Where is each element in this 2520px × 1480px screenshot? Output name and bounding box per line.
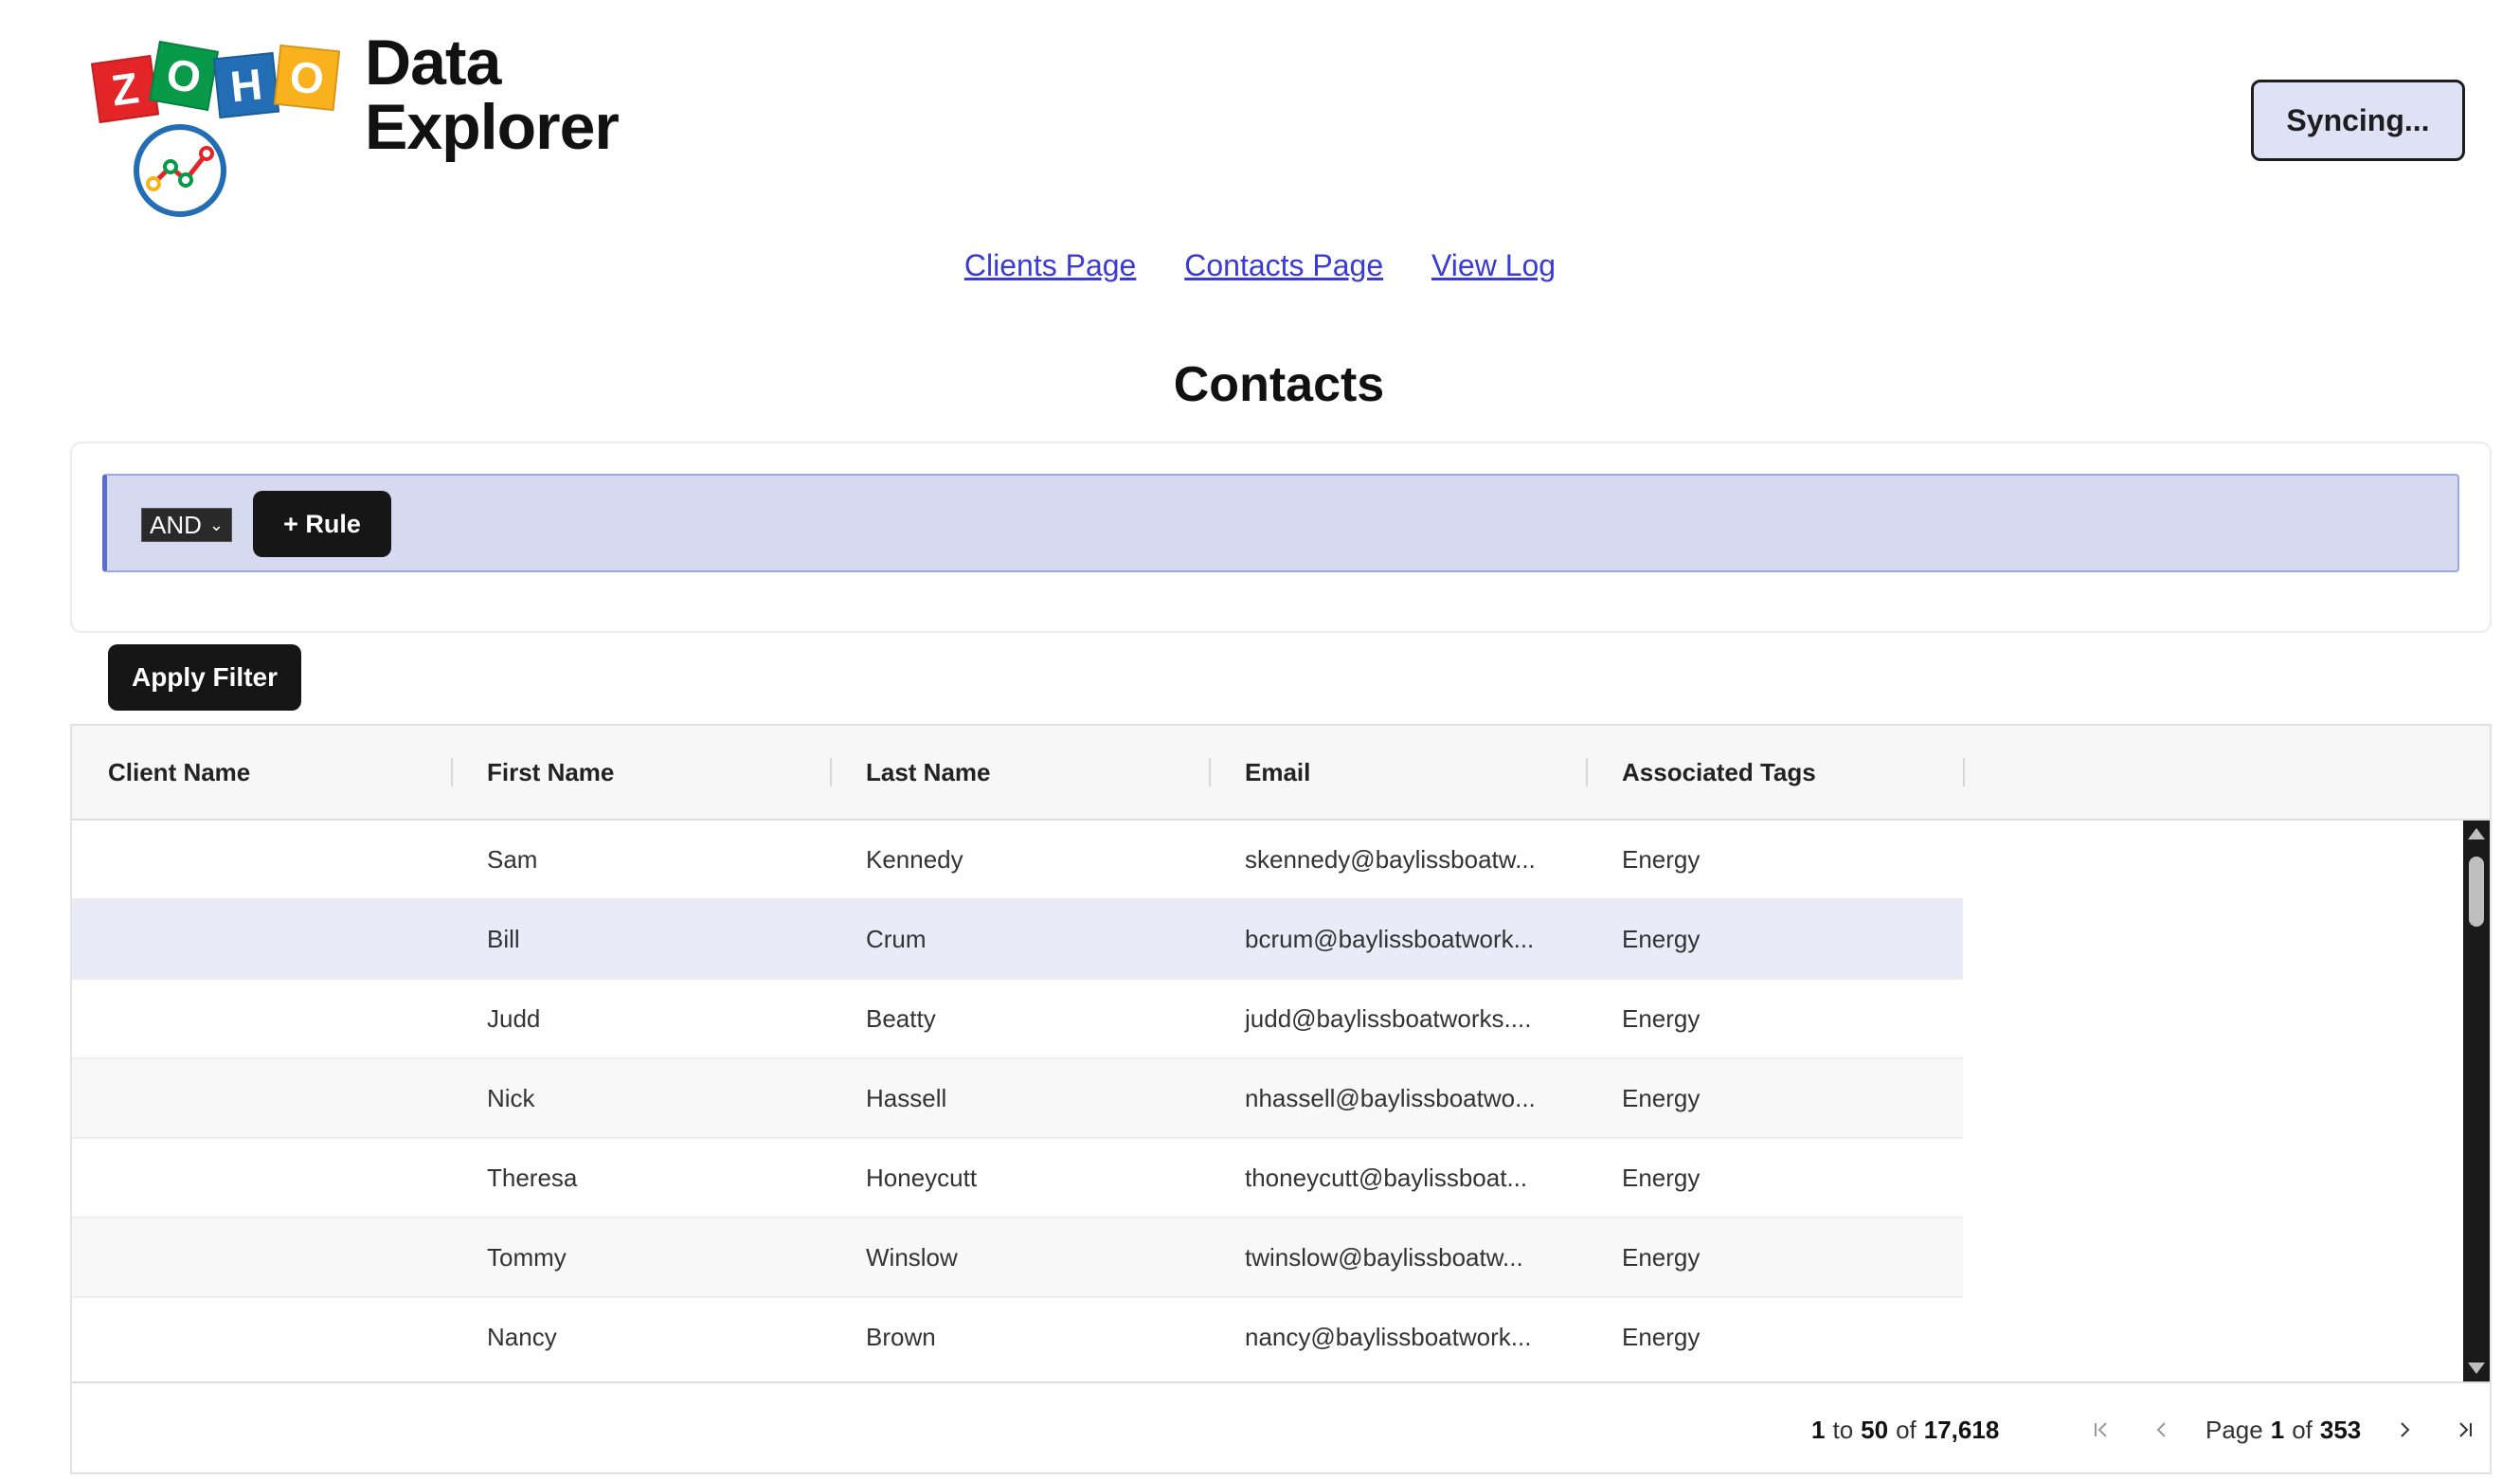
nav-link-clients[interactable]: Clients Page	[964, 248, 1136, 282]
cell-last-name: Crum	[866, 924, 927, 953]
last-page-icon[interactable]	[2448, 1413, 2482, 1447]
column-resize-handle[interactable]	[1586, 758, 1588, 786]
cell-associated-tags: Energy	[1622, 1242, 1701, 1272]
table-row[interactable]: Nancy Brown nancy@baylissboatwork... Ene…	[72, 1298, 1963, 1351]
column-resize-handle[interactable]	[1963, 758, 1965, 786]
page-indicator: Page 1 of 353	[2205, 1416, 2361, 1445]
column-header-last-name[interactable]: Last Name	[866, 726, 991, 819]
cell-associated-tags: Energy	[1622, 1003, 1701, 1033]
range-end: 50	[1861, 1415, 1889, 1444]
table-header: Client Name First Name Last Name Email A…	[72, 726, 2490, 821]
cell-last-name: Brown	[866, 1322, 936, 1351]
cell-last-name: Honeycutt	[866, 1163, 978, 1192]
combinator-value: AND	[150, 510, 202, 539]
zoho-letter-o2: O	[273, 44, 341, 112]
pagination-bar: 1 to 50 of 17,618 Page 1 of 353	[72, 1381, 2490, 1472]
cell-associated-tags: Energy	[1622, 844, 1701, 874]
cell-first-name: Bill	[487, 924, 520, 953]
scrollbar-thumb[interactable]	[2469, 857, 2484, 927]
current-page: 1	[2270, 1415, 2285, 1444]
column-header-first-name[interactable]: First Name	[487, 726, 614, 819]
zoho-letter-z: Z	[90, 54, 160, 124]
cell-last-name: Beatty	[866, 1003, 936, 1033]
cell-associated-tags: Energy	[1622, 1163, 1701, 1192]
rule-group: AND ⌄ + Rule	[102, 474, 2459, 572]
column-header-client-name[interactable]: Client Name	[108, 726, 250, 819]
cell-email: nancy@baylissboatwork...	[1245, 1322, 1532, 1351]
contacts-table: Client Name First Name Last Name Email A…	[70, 724, 2492, 1474]
page-word: Page	[2205, 1415, 2263, 1444]
zoho-letter-o1: O	[148, 40, 220, 112]
page-of-word: of	[2292, 1415, 2313, 1444]
range-start: 1	[1811, 1415, 1826, 1444]
range-total: 17,618	[1923, 1415, 2000, 1444]
first-page-icon[interactable]	[2084, 1413, 2118, 1447]
cell-first-name: Theresa	[487, 1163, 578, 1192]
cell-first-name: Nancy	[487, 1322, 557, 1351]
cell-first-name: Judd	[487, 1003, 541, 1033]
table-row[interactable]: Tommy Winslow twinslow@baylissboatw... E…	[72, 1218, 1963, 1298]
app-title-line2: Explorer	[365, 91, 620, 163]
cell-email: skennedy@baylissboatw...	[1245, 844, 1536, 874]
column-resize-handle[interactable]	[451, 758, 453, 786]
row-range-summary: 1 to 50 of 17,618	[1811, 1383, 2000, 1472]
cell-last-name: Kennedy	[866, 844, 963, 874]
cell-associated-tags: Energy	[1622, 1322, 1701, 1351]
pager-controls: Page 1 of 353	[2084, 1383, 2482, 1472]
chart-line-icon	[134, 124, 226, 217]
cell-last-name: Winslow	[866, 1242, 958, 1272]
prev-page-icon[interactable]	[2145, 1413, 2179, 1447]
apply-filter-button[interactable]: Apply Filter	[108, 644, 301, 711]
cell-associated-tags: Energy	[1622, 924, 1701, 953]
top-nav: Clients Page Contacts Page View Log	[0, 248, 2520, 283]
range-of-word: of	[1896, 1415, 1917, 1444]
cell-email: bcrum@baylissboatwork...	[1245, 924, 1535, 953]
column-resize-handle[interactable]	[1209, 758, 1211, 786]
table-row[interactable]: Sam Kennedy skennedy@baylissboatw... Ene…	[72, 821, 1963, 900]
cell-last-name: Hassell	[866, 1083, 947, 1112]
filter-panel: AND ⌄ + Rule	[70, 442, 2492, 633]
cell-first-name: Tommy	[487, 1242, 567, 1272]
nav-link-view-log[interactable]: View Log	[1431, 248, 1556, 282]
add-rule-button[interactable]: + Rule	[253, 491, 391, 557]
scroll-up-arrow-icon[interactable]	[2468, 828, 2485, 839]
column-resize-handle[interactable]	[830, 758, 832, 786]
column-header-associated-tags[interactable]: Associated Tags	[1622, 726, 1816, 819]
total-pages: 353	[2319, 1415, 2362, 1444]
next-page-icon[interactable]	[2387, 1413, 2421, 1447]
app-title-line1: Data	[365, 27, 501, 99]
table-row[interactable]: Nick Hassell nhassell@baylissboatwo... E…	[72, 1059, 1963, 1139]
app-title: Data Explorer	[365, 27, 620, 163]
range-to-word: to	[1832, 1415, 1854, 1444]
chevron-down-icon: ⌄	[208, 514, 224, 534]
page-title: Contacts	[1173, 357, 1385, 412]
table-row[interactable]: Theresa Honeycutt thoneycutt@baylissboat…	[72, 1139, 1963, 1218]
cell-first-name: Nick	[487, 1083, 535, 1112]
cell-email: nhassell@baylissboatwo...	[1245, 1083, 1536, 1112]
app-logo: Z O H O Data Explorer	[90, 27, 625, 220]
cell-email: twinslow@baylissboatw...	[1245, 1242, 1523, 1272]
scroll-down-arrow-icon[interactable]	[2468, 1363, 2485, 1374]
column-header-email[interactable]: Email	[1245, 726, 1310, 819]
zoho-letter-h: H	[212, 51, 280, 119]
cell-email: thoneycutt@baylissboat...	[1245, 1163, 1528, 1192]
vertical-scrollbar[interactable]	[2463, 821, 2490, 1381]
cell-associated-tags: Energy	[1622, 1083, 1701, 1112]
cell-email: judd@baylissboatworks....	[1245, 1003, 1532, 1033]
table-row[interactable]: Judd Beatty judd@baylissboatworks.... En…	[72, 980, 1963, 1059]
table-row[interactable]: Bill Crum bcrum@baylissboatwork... Energ…	[72, 900, 1963, 980]
cell-first-name: Sam	[487, 844, 538, 874]
combinator-select[interactable]: AND ⌄	[141, 508, 232, 542]
nav-link-contacts[interactable]: Contacts Page	[1184, 248, 1383, 282]
table-body: Sam Kennedy skennedy@baylissboatw... Ene…	[72, 821, 1967, 1351]
sync-button[interactable]: Syncing...	[2251, 80, 2465, 161]
